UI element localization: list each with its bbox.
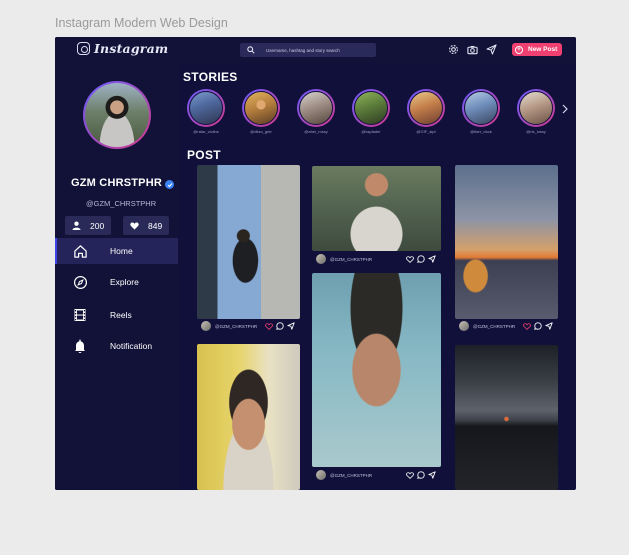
post-card[interactable]: @GZM_CHRSTPHR	[312, 166, 441, 267]
story-username: @ditzo_gntr	[250, 129, 272, 134]
verified-badge-icon	[165, 180, 174, 189]
comment-icon[interactable]	[534, 322, 542, 330]
heart-icon[interactable]	[406, 471, 414, 479]
post-avatar	[201, 321, 211, 331]
story-item[interactable]: @ris_lossy	[516, 89, 556, 134]
profile-avatar[interactable]	[83, 81, 151, 149]
canvas-title: Instagram Modern Web Design	[55, 16, 228, 30]
search-icon	[244, 43, 258, 57]
story-username: @ksplader	[361, 129, 381, 134]
heart-icon[interactable]	[406, 255, 414, 263]
story-username: @GIF_sipt	[416, 129, 436, 134]
stories-title: STORIES	[183, 70, 238, 84]
story-item[interactable]: @ifarr_dock	[461, 89, 501, 134]
comment-icon[interactable]	[417, 255, 425, 263]
following-count: 200	[90, 220, 105, 231]
bell-icon	[72, 338, 88, 354]
logo[interactable]: Instagram	[77, 41, 168, 56]
likes-count: 849	[148, 220, 163, 231]
film-icon	[72, 307, 88, 323]
chevron-right-icon[interactable]	[560, 103, 570, 115]
share-icon[interactable]	[428, 471, 436, 479]
story-avatar	[464, 91, 498, 125]
story-item[interactable]: @ditzo_gntr	[241, 89, 281, 134]
post-username: @GZM_CHRSTPHR	[473, 323, 516, 329]
post-card[interactable]: @GZM_CHRSTPHR	[455, 165, 558, 333]
post-card[interactable]: @GZM_CHRSTPHR	[312, 273, 441, 483]
story-username: @ahel_rossy	[304, 129, 328, 134]
new-post-label: New Post	[528, 46, 558, 53]
nav-notification[interactable]: Notification	[55, 333, 179, 359]
story-item[interactable]: @ahel_rossy	[296, 89, 336, 134]
post-footer: @GZM_CHRSTPHR	[197, 320, 300, 332]
profile-username: GZM CHRSTPHR	[71, 177, 163, 189]
post-image[interactable]	[197, 344, 300, 490]
search-bar[interactable]	[240, 43, 376, 57]
nav-reels[interactable]: Reels	[55, 302, 179, 328]
post-footer: @GZM_CHRSTPHR	[455, 320, 558, 332]
story-item[interactable]: @ralar_violins	[186, 89, 226, 134]
post-username: @GZM_CHRSTPHR	[215, 323, 258, 329]
story-username: @ifarr_dock	[470, 129, 492, 134]
post-image[interactable]	[455, 345, 558, 490]
user-icon	[72, 217, 81, 235]
avatar-image	[85, 83, 149, 147]
nav-explore-label: Explore	[110, 277, 139, 287]
plus-icon: +	[515, 45, 523, 54]
nav-home[interactable]: Home	[55, 238, 178, 264]
post-image[interactable]	[197, 165, 300, 319]
posts-title: POST	[187, 148, 221, 162]
post-avatar	[459, 321, 469, 331]
share-icon[interactable]	[545, 322, 553, 330]
post-card[interactable]	[455, 345, 558, 490]
nav-home-label: Home	[110, 246, 133, 256]
logo-text: Instagram	[94, 41, 169, 56]
home-icon	[72, 243, 88, 259]
nav-explore[interactable]: Explore	[55, 269, 179, 295]
heart-icon[interactable]	[523, 322, 531, 330]
nav-notification-label: Notification	[110, 341, 153, 351]
nav-reels-label: Reels	[110, 310, 132, 320]
story-avatar	[409, 91, 443, 125]
compass-icon	[72, 274, 88, 290]
post-image[interactable]	[312, 273, 441, 467]
story-item[interactable]: @ksplader	[351, 89, 391, 134]
post-image[interactable]	[312, 166, 441, 251]
story-avatar	[189, 91, 223, 125]
post-footer: @GZM_CHRSTPHR	[312, 469, 441, 481]
sidebar: GZM CHRSTPHR @GZM_CHRSTPHR 200 849 Home	[55, 63, 179, 490]
settings-icon[interactable]	[447, 43, 460, 56]
post-avatar	[316, 470, 326, 480]
search-input[interactable]	[266, 47, 376, 53]
comment-icon[interactable]	[276, 322, 284, 330]
story-item[interactable]: @GIF_sipt	[406, 89, 446, 134]
app-window: Instagram + New Post GZM CHRSTPHR	[55, 37, 576, 490]
post-username: @GZM_CHRSTPHR	[330, 256, 373, 262]
post-footer: @GZM_CHRSTPHR	[312, 253, 441, 265]
heart-icon	[130, 217, 139, 235]
top-bar: Instagram + New Post	[55, 37, 576, 63]
story-username: @ralar_violins	[193, 129, 219, 134]
heart-icon[interactable]	[265, 322, 273, 330]
instagram-logo-icon	[77, 42, 90, 55]
comment-icon[interactable]	[417, 471, 425, 479]
post-image[interactable]	[455, 165, 558, 319]
post-card[interactable]: @GZM_CHRSTPHR	[197, 165, 300, 333]
story-avatar	[244, 91, 278, 125]
send-icon[interactable]	[485, 43, 498, 56]
story-avatar	[354, 91, 388, 125]
likes-stat[interactable]: 849	[123, 216, 169, 235]
story-avatar	[519, 91, 553, 125]
post-avatar	[316, 254, 326, 264]
profile-handle: @GZM_CHRSTPHR	[86, 199, 157, 208]
story-avatar	[299, 91, 333, 125]
new-post-button[interactable]: + New Post	[512, 43, 562, 56]
share-icon[interactable]	[287, 322, 295, 330]
camera-icon[interactable]	[466, 43, 479, 56]
following-stat[interactable]: 200	[65, 216, 111, 235]
post-card[interactable]	[197, 344, 300, 490]
share-icon[interactable]	[428, 255, 436, 263]
post-username: @GZM_CHRSTPHR	[330, 472, 373, 478]
story-username: @ris_lossy	[526, 129, 546, 134]
